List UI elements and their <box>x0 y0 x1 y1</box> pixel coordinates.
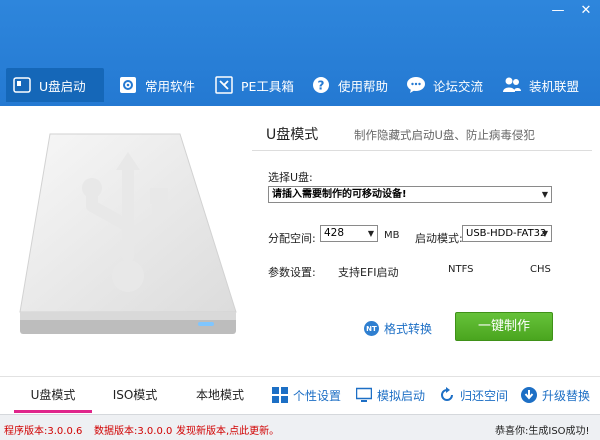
nav-label: 使用帮助 <box>338 78 389 94</box>
program-version: 程序版本:3.0.0.6 <box>4 426 83 437</box>
page-title: U盘模式 <box>266 127 319 143</box>
restore-space-button[interactable]: 归还空间 <box>439 377 508 413</box>
refresh-icon <box>439 387 455 403</box>
close-button[interactable]: ✕ <box>575 2 597 20</box>
nav-label: PE工具箱 <box>241 78 294 94</box>
boot-mode-label: 启动模式: <box>415 232 463 245</box>
upgrade-replace-label: 升级替换 <box>542 388 591 403</box>
nav-item-forum[interactable]: 论坛交流 <box>400 68 489 102</box>
simulate-boot-label: 模拟启动 <box>377 388 426 403</box>
device-dropdown[interactable]: 请插入需要制作的可移动设备! ▼ <box>268 186 552 203</box>
tab-local-mode[interactable]: 本地模式 <box>180 377 260 413</box>
boot-mode-dropdown[interactable]: USB-HDD-FAT32 ▼ <box>462 225 552 242</box>
format-convert-link[interactable]: NT 格式转换 <box>364 320 432 337</box>
svg-text:?: ? <box>318 79 325 93</box>
param-ntfs-option[interactable]: NTFS <box>448 264 474 275</box>
personal-settings-button[interactable]: 个性设置 <box>272 377 341 413</box>
restore-space-label: 归还空间 <box>460 388 509 403</box>
chevron-down-icon: ▼ <box>541 229 548 238</box>
usb-drive-illustration-icon <box>19 133 237 334</box>
tab-udisk-mode[interactable]: U盘模式 <box>14 377 92 413</box>
partition-size-value: 428 <box>324 227 345 239</box>
software-gear-icon <box>118 75 138 95</box>
upgrade-replace-button[interactable]: 升级替换 <box>521 377 590 413</box>
minimize-button[interactable]: — <box>547 2 569 20</box>
boot-mode-value: USB-HDD-FAT32 <box>466 228 547 239</box>
nt-badge-icon: NT <box>364 321 379 336</box>
nav-label: 常用软件 <box>145 78 196 94</box>
nav-item-pe-toolbox[interactable]: PE工具箱 <box>208 68 300 102</box>
title-bar: — ✕ U盘启动 常用软件 PE工具箱 ? 使用帮助 论坛交流 装机联盟 <box>0 0 600 106</box>
param-chs-option[interactable]: CHS <box>530 264 551 275</box>
toolbox-icon <box>214 75 234 95</box>
nav-item-udisk-boot[interactable]: U盘启动 <box>6 68 104 102</box>
users-icon <box>502 75 522 95</box>
udisk-mode-panel: U盘模式 制作隐藏式启动U盘、防止病毒侵犯 选择U盘: 请插入需要制作的可移动设… <box>0 106 600 376</box>
grid-settings-icon <box>272 387 288 403</box>
help-icon: ? <box>311 75 331 95</box>
personal-settings-label: 个性设置 <box>293 388 342 403</box>
chat-bubble-icon <box>406 75 426 95</box>
download-arrow-icon <box>521 387 537 403</box>
nav-item-common-software[interactable]: 常用软件 <box>112 68 201 102</box>
chevron-down-icon: ▼ <box>541 190 548 199</box>
one-click-make-button[interactable]: 一键制作 <box>455 312 553 341</box>
nav-label: 装机联盟 <box>529 78 580 94</box>
mode-description: 制作隐藏式启动U盘、防止病毒侵犯 <box>354 128 535 142</box>
divider <box>252 150 592 151</box>
new-version-link[interactable]: 发现新版本,点此更新。 <box>176 422 279 437</box>
device-dropdown-value: 请插入需要制作的可移动设备! <box>272 189 407 200</box>
monitor-icon <box>356 387 372 403</box>
nav-label: U盘启动 <box>39 78 86 94</box>
usb-drive-icon <box>12 75 32 95</box>
format-convert-label: 格式转换 <box>384 322 433 336</box>
data-version: 数据版本:3.0.0.0 <box>94 426 173 437</box>
simulate-boot-button[interactable]: 模拟启动 <box>356 377 425 413</box>
status-message: 恭喜你:生成ISO成功! <box>495 426 590 437</box>
nav-item-install-alliance[interactable]: 装机联盟 <box>496 68 585 102</box>
status-bar: 程序版本:3.0.0.6 数据版本:3.0.0.0 发现新版本,点此更新。 恭喜… <box>0 414 600 440</box>
nav-label: 论坛交流 <box>433 78 484 94</box>
bottom-bar: U盘模式 ISO模式 本地模式 个性设置 模拟启动 归还空间 升级替换 <box>0 376 600 414</box>
nav-item-help[interactable]: ? 使用帮助 <box>305 68 394 102</box>
partition-unit: MB <box>384 230 400 241</box>
select-udisk-label: 选择U盘: <box>268 171 313 184</box>
params-label: 参数设置: <box>268 266 316 279</box>
chevron-down-icon: ▼ <box>367 229 374 238</box>
tab-iso-mode[interactable]: ISO模式 <box>96 377 174 413</box>
param-efi-option[interactable]: 支持EFI启动 <box>338 264 399 280</box>
partition-size-label: 分配空间: <box>268 232 316 245</box>
partition-size-dropdown[interactable]: 428 ▼ <box>320 225 378 242</box>
